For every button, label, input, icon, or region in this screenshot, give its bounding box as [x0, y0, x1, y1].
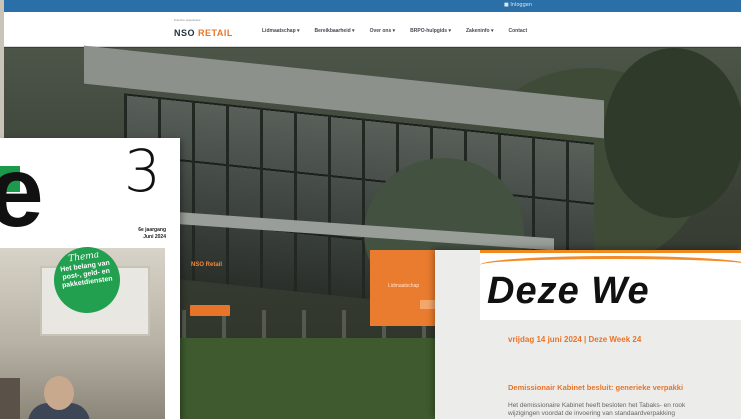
issue-number: 3 [124, 138, 161, 205]
main-menu: Lidmaatschap ▾ Bereikbaarheid ▾ Over ons… [262, 28, 527, 34]
menu-item-hulpgids[interactable]: BRPO-hulpgids ▾ [410, 28, 451, 34]
newsletter-body-line: wijzigingen voordat de invoering van sta… [508, 410, 675, 417]
website-topbar: ■ Inloggen [4, 0, 741, 12]
magazine-cover: e 3 6e jaargang Juni 2024 Thema Het bela… [0, 138, 180, 419]
issue-date: Juni 2024 [143, 234, 166, 240]
hero-card-title: NSO Retail [191, 262, 223, 268]
cover-title-letter: e [0, 138, 44, 248]
newsletter-headline[interactable]: Demissionair Kabinet besluit: generieke … [508, 383, 683, 392]
newsletter-panel: Deze We vrijdag 14 juni 2024 | Deze Week… [435, 250, 741, 419]
login-link[interactable]: ■ Inloggen [504, 2, 532, 8]
logo-accent: RETAIL [198, 28, 233, 38]
menu-item-contact[interactable]: Contact [509, 28, 528, 34]
newsletter-title: Deze We [487, 270, 650, 312]
website-nav: branche-organisatie NSO RETAIL Lidmaatsc… [4, 12, 741, 47]
hero-orange-label: Lidmaatschap [388, 283, 420, 289]
photo-person-head [44, 376, 74, 410]
logo-main: NSO [174, 28, 196, 38]
logo-text: NSO RETAIL [174, 28, 233, 38]
newsletter-body: Het demissionaire Kabinet heeft besloten… [508, 402, 741, 418]
menu-item-lidmaatschap[interactable]: Lidmaatschap ▾ [262, 28, 300, 34]
jaargang: 6e jaargang [138, 227, 166, 233]
photo-figure [0, 378, 20, 419]
nso-logo[interactable]: branche-organisatie NSO RETAIL [174, 18, 233, 41]
tree-shape [604, 48, 741, 218]
hero-card-button[interactable] [190, 305, 230, 316]
menu-item-over-ons[interactable]: Over ons ▾ [370, 28, 396, 34]
menu-item-bereikbaarheid[interactable]: Bereikbaarheid ▾ [315, 28, 355, 34]
newsletter-body-line: Het demissionaire Kabinet heeft besloten… [508, 402, 686, 409]
logo-tagline: branche-organisatie [174, 18, 201, 22]
newsletter-date: vrijdag 14 juni 2024 | Deze Week 24 [508, 335, 642, 344]
issue-info: 6e jaargang Juni 2024 [128, 227, 166, 241]
menu-item-zakeninfo[interactable]: Zakeninfo ▾ [466, 28, 494, 34]
